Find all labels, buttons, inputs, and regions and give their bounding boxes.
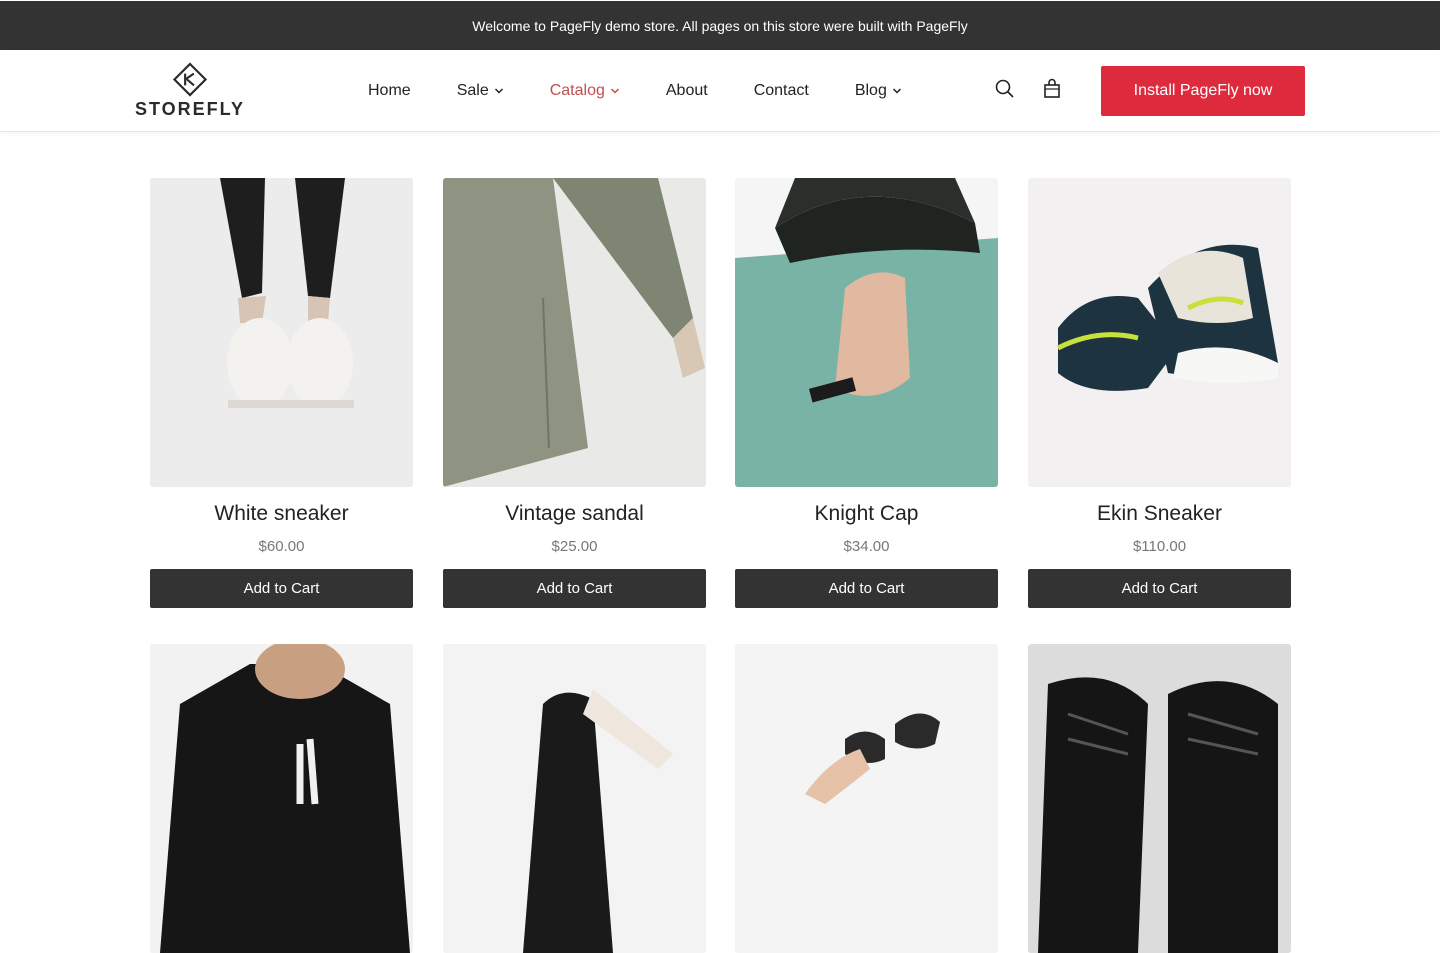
add-to-cart-button[interactable]: Add to Cart bbox=[443, 569, 706, 608]
black-garment-photo bbox=[443, 644, 706, 953]
product-card bbox=[735, 644, 998, 953]
search-button[interactable] bbox=[994, 78, 1016, 100]
sunglasses-photo bbox=[735, 644, 998, 953]
product-image[interactable] bbox=[735, 178, 998, 487]
ekin-sneaker-photo bbox=[1028, 178, 1291, 487]
logo-text: STOREFLY bbox=[134, 99, 246, 119]
chevron-down-icon bbox=[892, 88, 901, 94]
product-price: $34.00 bbox=[843, 538, 890, 555]
logo[interactable]: STOREFLY bbox=[134, 62, 246, 120]
install-button-label: Install PageFly now bbox=[1133, 82, 1273, 99]
nav-item-about[interactable]: About bbox=[666, 82, 708, 100]
cart-button[interactable] bbox=[1041, 78, 1063, 100]
product-title[interactable]: Vintage sandal bbox=[443, 502, 706, 528]
product-price: $60.00 bbox=[258, 538, 305, 555]
nav-label: About bbox=[665, 82, 708, 99]
product-card: Knight Cap $34.00 Add to Cart bbox=[735, 178, 998, 608]
knight-cap-photo bbox=[735, 178, 998, 487]
black-shoes-photo bbox=[1028, 644, 1291, 953]
install-pagefly-button[interactable]: Install PageFly now bbox=[1101, 66, 1305, 116]
black-tshirt-photo bbox=[150, 644, 413, 953]
nav-label: Home bbox=[368, 82, 411, 99]
product-card bbox=[150, 644, 413, 953]
add-to-cart-button[interactable]: Add to Cart bbox=[1028, 569, 1291, 608]
nav-item-catalog[interactable]: Catalog bbox=[550, 82, 620, 100]
search-icon bbox=[995, 79, 1014, 98]
add-to-cart-label: Add to Cart bbox=[243, 580, 320, 597]
site-header: STOREFLY Home Sale Catalog About Contact… bbox=[0, 50, 1440, 132]
product-image[interactable] bbox=[1028, 644, 1291, 953]
add-to-cart-label: Add to Cart bbox=[536, 580, 613, 597]
product-card bbox=[1028, 644, 1291, 953]
nav-label: Contact bbox=[753, 82, 809, 99]
product-title[interactable]: Knight Cap bbox=[735, 502, 998, 528]
chevron-down-icon bbox=[610, 88, 619, 94]
nav-label: Blog bbox=[854, 82, 887, 99]
product-card: Ekin Sneaker $110.00 Add to Cart bbox=[1028, 178, 1291, 608]
product-image[interactable] bbox=[735, 644, 998, 953]
product-image[interactable] bbox=[443, 178, 706, 487]
product-card bbox=[443, 644, 706, 953]
product-card: Vintage sandal $25.00 Add to Cart bbox=[443, 178, 706, 608]
add-to-cart-button[interactable]: Add to Cart bbox=[150, 569, 413, 608]
nav-label: Sale bbox=[456, 82, 489, 99]
product-price: $25.00 bbox=[551, 538, 598, 555]
product-title[interactable]: Ekin Sneaker bbox=[1028, 502, 1291, 528]
logo-icon bbox=[172, 62, 208, 97]
white-sneaker-photo bbox=[150, 178, 413, 487]
nav-item-blog[interactable]: Blog bbox=[855, 82, 902, 100]
nav-item-home[interactable]: Home bbox=[368, 82, 411, 100]
add-to-cart-button[interactable]: Add to Cart bbox=[735, 569, 998, 608]
product-image[interactable] bbox=[1028, 178, 1291, 487]
product-image[interactable] bbox=[150, 644, 413, 953]
product-price: $110.00 bbox=[1132, 538, 1187, 555]
cart-icon bbox=[1044, 78, 1060, 98]
product-card: White sneaker $60.00 Add to Cart bbox=[150, 178, 413, 608]
product-image[interactable] bbox=[150, 178, 413, 487]
vintage-sandal-photo bbox=[443, 178, 706, 487]
product-image[interactable] bbox=[443, 644, 706, 953]
nav-item-contact[interactable]: Contact bbox=[754, 82, 809, 100]
product-title[interactable]: White sneaker bbox=[150, 502, 413, 528]
add-to-cart-label: Add to Cart bbox=[828, 580, 905, 597]
chevron-down-icon bbox=[494, 88, 503, 94]
announcement-text: Welcome to PageFly demo store. All pages… bbox=[472, 17, 968, 34]
nav-label: Catalog bbox=[549, 82, 605, 99]
add-to-cart-label: Add to Cart bbox=[1121, 580, 1198, 597]
nav-item-sale[interactable]: Sale bbox=[457, 82, 504, 100]
main-nav: Home Sale Catalog About Contact Blog bbox=[368, 50, 948, 132]
announcement-bar: Welcome to PageFly demo store. All pages… bbox=[0, 1, 1440, 50]
